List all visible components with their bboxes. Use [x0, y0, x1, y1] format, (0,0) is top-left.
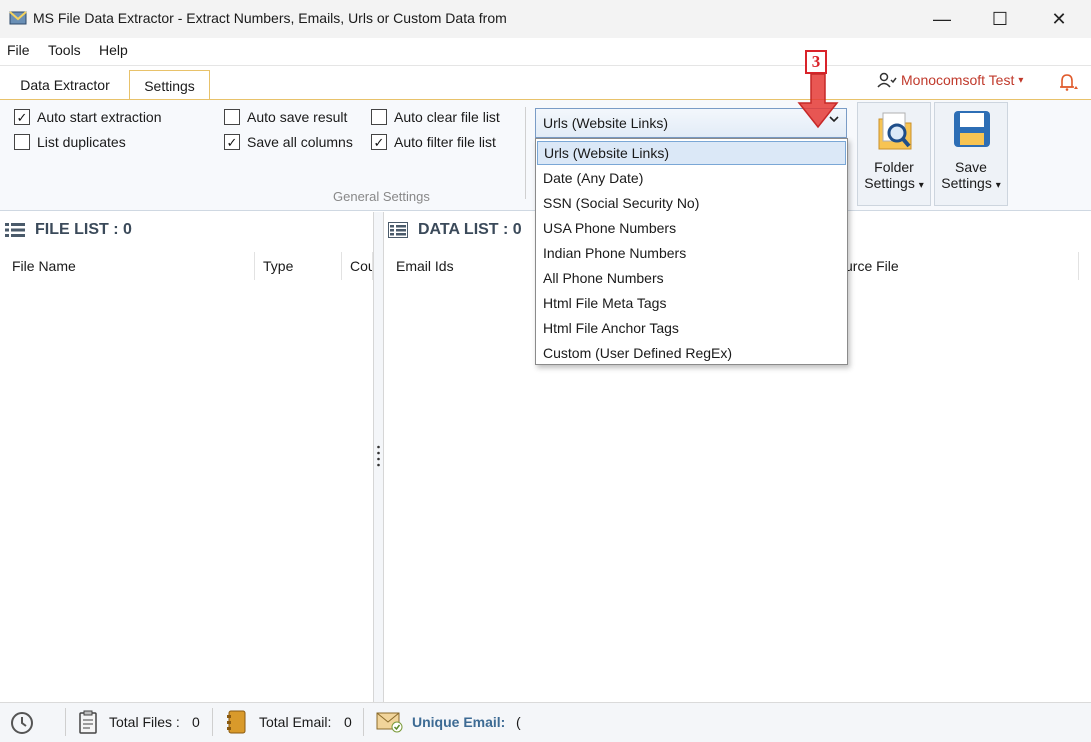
chevron-down-icon: ▾	[995, 180, 1001, 191]
save-settings-label-2: Settings ▾	[935, 175, 1007, 194]
column-header-email-ids[interactable]: Email Ids	[388, 252, 538, 280]
folder-settings-label-2: Settings ▾	[858, 175, 930, 194]
column-header-source-file[interactable]: urce File	[836, 252, 1079, 280]
history-icon[interactable]	[9, 710, 35, 736]
status-divider	[363, 708, 364, 736]
tab-settings[interactable]: Settings	[129, 70, 210, 100]
total-files-value: 0	[192, 714, 200, 730]
save-settings-label-text: Settings	[941, 175, 992, 191]
auto-clear-checkbox[interactable]: Auto clear file list	[371, 109, 500, 125]
total-email-label: Total Email:	[259, 714, 332, 730]
floppy-disk-icon	[954, 111, 990, 147]
checkbox-label: Auto filter file list	[394, 134, 496, 150]
user-icon	[877, 72, 897, 88]
checkbox-box[interactable]	[371, 109, 387, 125]
app-icon	[9, 11, 27, 25]
checkbox-box[interactable]: ✓	[14, 109, 30, 125]
total-files-label: Total Files :	[109, 714, 180, 730]
close-button[interactable]: ✕	[1036, 0, 1082, 38]
folder-settings-button[interactable]: Folder Settings ▾	[857, 102, 931, 206]
menu-bar	[0, 38, 1091, 66]
file-list-pane	[0, 212, 374, 702]
menu-help[interactable]: Help	[99, 42, 128, 58]
dropdown-option-meta-tags[interactable]: Html File Meta Tags	[537, 291, 846, 315]
table-icon	[388, 222, 408, 238]
address-book-icon	[227, 710, 246, 734]
clipboard-icon	[79, 710, 97, 734]
chevron-down-icon: ▾	[1018, 74, 1024, 86]
extract-type-value: Urls (Website Links)	[543, 115, 668, 131]
drag-handle-icon[interactable]	[377, 445, 380, 469]
step-marker: 3	[805, 50, 827, 74]
column-header-file-name[interactable]: File Name	[4, 252, 255, 280]
checkbox-label: Auto start extraction	[37, 109, 162, 125]
checkbox-box[interactable]: ✓	[371, 134, 387, 150]
dropdown-option-all-phone[interactable]: All Phone Numbers	[537, 266, 846, 290]
folder-settings-label-text: Settings	[864, 175, 915, 191]
data-list-header: DATA LIST : 0	[388, 212, 522, 248]
auto-filter-checkbox[interactable]: ✓ Auto filter file list	[371, 134, 496, 150]
dropdown-option-urls[interactable]: Urls (Website Links)	[537, 141, 846, 165]
maximize-button[interactable]: ☐	[977, 0, 1023, 38]
dropdown-option-usa-phone[interactable]: USA Phone Numbers	[537, 216, 846, 240]
list-duplicates-checkbox[interactable]: List duplicates	[14, 134, 126, 150]
checkbox-label: Auto clear file list	[394, 109, 500, 125]
menu-file[interactable]: File	[7, 42, 30, 58]
window-title: MS File Data Extractor - Extract Numbers…	[33, 10, 507, 26]
bell-icon[interactable]	[1058, 73, 1080, 91]
menu-tools[interactable]: Tools	[48, 42, 81, 58]
checkbox-box[interactable]	[224, 109, 240, 125]
data-list-title: DATA LIST : 0	[418, 221, 522, 238]
email-check-icon	[376, 712, 403, 733]
general-settings-caption: General Settings	[333, 189, 430, 204]
ribbon-divider	[525, 107, 526, 199]
user-menu[interactable]: Monocomsoft Test ▾	[877, 72, 1023, 88]
chevron-down-icon: ▾	[918, 180, 924, 191]
user-name: Monocomsoft Test	[901, 72, 1015, 88]
dropdown-option-date[interactable]: Date (Any Date)	[537, 166, 846, 190]
unique-email-value: (	[516, 714, 521, 730]
file-list-title: FILE LIST : 0	[35, 221, 132, 238]
dropdown-option-anchor-tags[interactable]: Html File Anchor Tags	[537, 316, 846, 340]
arrow-down-icon	[797, 73, 839, 129]
checkbox-box[interactable]: ✓	[224, 134, 240, 150]
column-header-count[interactable]: Cou	[342, 252, 373, 280]
checkbox-label: Auto save result	[247, 109, 348, 125]
file-list-header: FILE LIST : 0	[5, 212, 132, 248]
checkbox-box[interactable]	[14, 134, 30, 150]
total-email-value: 0	[344, 714, 352, 730]
tab-data-extractor[interactable]: Data Extractor	[4, 70, 126, 100]
checkbox-label: List duplicates	[37, 134, 126, 150]
save-settings-button[interactable]: Save Settings ▾	[934, 102, 1008, 206]
save-settings-label-1: Save	[955, 159, 987, 175]
auto-start-checkbox[interactable]: ✓ Auto start extraction	[14, 109, 162, 125]
unique-email-label: Unique Email:	[412, 714, 506, 730]
dropdown-option-ssn[interactable]: SSN (Social Security No)	[537, 191, 846, 215]
dropdown-option-custom[interactable]: Custom (User Defined RegEx)	[537, 341, 846, 365]
folder-search-icon	[878, 112, 912, 150]
save-all-columns-checkbox[interactable]: ✓ Save all columns	[224, 134, 353, 150]
dropdown-option-indian-phone[interactable]: Indian Phone Numbers	[537, 241, 846, 265]
auto-save-checkbox[interactable]: Auto save result	[224, 109, 347, 125]
status-divider	[65, 708, 66, 736]
extract-type-dropdown: Urls (Website Links) Date (Any Date) SSN…	[535, 138, 848, 365]
column-header-type[interactable]: Type	[255, 252, 342, 280]
minimize-button[interactable]: —	[919, 0, 965, 38]
list-icon	[5, 223, 25, 237]
status-divider	[212, 708, 213, 736]
folder-settings-label-1: Folder	[874, 159, 914, 175]
checkbox-label: Save all columns	[247, 134, 353, 150]
